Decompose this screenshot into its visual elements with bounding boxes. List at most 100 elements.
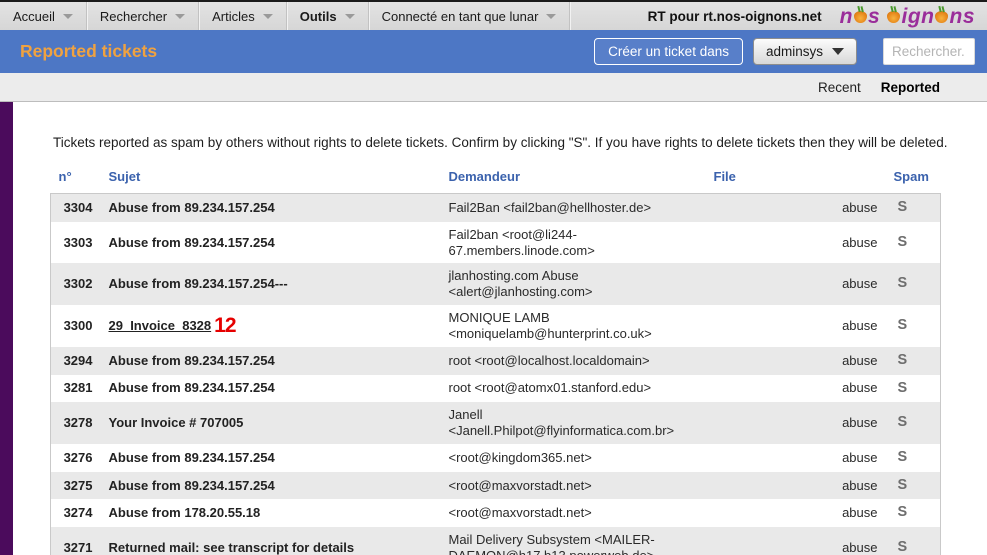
reported-tickets-table: n° Sujet Demandeur File Spam 3304Abuse f… (50, 162, 941, 555)
ticket-requestor: Janell <Janell.Philpot@flyinformatica.co… (441, 402, 706, 444)
table-header: n° Sujet Demandeur File Spam (51, 162, 941, 194)
ticket-queue: abuse (706, 222, 886, 264)
ticket-subject-link[interactable]: Abuse from 89.234.157.254--- (101, 263, 441, 305)
spam-cell: S (886, 263, 941, 305)
table-header-row: n° Sujet Demandeur File Spam (51, 162, 941, 194)
menu-item-logged-in-user[interactable]: Connecté en tant que lunar (369, 2, 571, 30)
ticket-subject-link[interactable]: Abuse from 89.234.157.254 (101, 347, 441, 375)
tab-reported[interactable]: Reported (881, 80, 940, 95)
ticket-subject-text: Returned mail: see transcript for detail… (109, 540, 355, 555)
ticket-requestor: Mail Delivery Subsystem <MAILER-DAEMON@h… (441, 527, 706, 555)
ticket-subject-link[interactable]: Abuse from 178.20.55.18 (101, 499, 441, 527)
page-title: Reported tickets (20, 41, 157, 62)
ticket-row: 3276Abuse from 89.234.157.254<root@kingd… (51, 444, 941, 472)
ticket-subject-link[interactable]: Abuse from 89.234.157.254 (101, 194, 441, 222)
ticket-subject-text: Abuse from 89.234.157.254 (109, 478, 275, 493)
chevron-down-icon (546, 14, 556, 19)
chevron-down-icon (175, 14, 185, 19)
ticket-queue: abuse (706, 263, 886, 305)
ticket-subject-link[interactable]: Returned mail: see transcript for detail… (101, 527, 441, 555)
menu-item-outils[interactable]: Outils (287, 2, 369, 30)
ticket-subject-link[interactable]: 29_Invoice_832812 (101, 305, 441, 347)
tickets-table-body: 3304Abuse from 89.234.157.254Fail2Ban <f… (51, 194, 941, 555)
ticket-queue: abuse (706, 347, 886, 375)
logo-letter: s (868, 6, 880, 27)
ticket-queue: abuse (706, 305, 886, 347)
menu-item-rechercher[interactable]: Rechercher (87, 2, 199, 30)
ticket-requestor: jlanhosting.com Abuse <alert@jlanhosting… (441, 263, 706, 305)
nav-right-group: RT pour rt.nos-oignons.net ns ignns (648, 2, 987, 30)
logo-letter (880, 6, 886, 27)
rt-instance-label: RT pour rt.nos-oignons.net (648, 9, 822, 24)
ticket-subject-text: 29_Invoice_8328 (109, 318, 212, 333)
logo-letter: s (963, 6, 975, 27)
main-content: Tickets reported as spam by others witho… (0, 102, 987, 555)
ticket-requestor: Fail2Ban <fail2ban@hellhoster.de> (441, 194, 706, 222)
nos-oignons-logo: ns ignns (840, 6, 979, 27)
ticket-number: 3274 (51, 499, 101, 527)
menu-item-label: Articles (212, 9, 255, 24)
ticket-subject-link[interactable]: Abuse from 89.234.157.254 (101, 222, 441, 264)
ticket-queue: abuse (706, 499, 886, 527)
spam-cell: S (886, 347, 941, 375)
onion-icon (935, 11, 948, 23)
spam-confirm-link[interactable]: S (898, 477, 908, 493)
ticket-number: 3275 (51, 472, 101, 500)
chevron-down-icon (263, 14, 273, 19)
ticket-requestor: Fail2ban <root@li244-67.members.linode.c… (441, 222, 706, 264)
ticket-row: 3303Abuse from 89.234.157.254Fail2ban <r… (51, 222, 941, 264)
logo-letter: n (949, 6, 962, 27)
view-tabs: Recent Reported (0, 73, 987, 102)
queue-select-button[interactable]: adminsys (753, 38, 857, 65)
column-header-spam: Spam (886, 162, 941, 194)
ticket-row: 3294Abuse from 89.234.157.254root <root@… (51, 347, 941, 375)
left-purple-bar (0, 102, 13, 555)
ticket-row: 3302Abuse from 89.234.157.254---jlanhost… (51, 263, 941, 305)
ticket-requestor: root <root@localhost.localdomain> (441, 347, 706, 375)
logo-letter: n (840, 6, 853, 27)
ticket-row: 3274Abuse from 178.20.55.18<root@maxvors… (51, 499, 941, 527)
menu-item-label: Connecté en tant que lunar (382, 9, 539, 24)
spam-confirm-link[interactable]: S (898, 199, 908, 215)
spam-cell: S (886, 222, 941, 264)
spam-confirm-link[interactable]: S (898, 380, 908, 396)
ticket-subject-link[interactable]: Abuse from 89.234.157.254 (101, 472, 441, 500)
spam-confirm-link[interactable]: S (898, 539, 908, 555)
spam-confirm-link[interactable]: S (898, 414, 908, 430)
ticket-row: 3278Your Invoice # 707005Janell <Janell.… (51, 402, 941, 444)
chevron-down-icon (345, 14, 355, 19)
rt-reported-tickets-page: Accueil Rechercher Articles Outils Conne… (0, 0, 987, 555)
spam-confirm-link[interactable]: S (898, 504, 908, 520)
spam-confirm-link[interactable]: S (898, 317, 908, 333)
spam-confirm-link[interactable]: S (898, 234, 908, 250)
onion-icon (854, 11, 867, 23)
ticket-subject-link[interactable]: Abuse from 89.234.157.254 (101, 444, 441, 472)
ticket-subject-text: Your Invoice # 707005 (109, 415, 244, 430)
ticket-subject-link[interactable]: Your Invoice # 707005 (101, 402, 441, 444)
spam-confirm-link[interactable]: S (898, 352, 908, 368)
ticket-queue: abuse (706, 375, 886, 403)
menu-item-articles[interactable]: Articles (199, 2, 287, 30)
logo-letter: n (921, 6, 934, 27)
spam-cell: S (886, 305, 941, 347)
tab-recent[interactable]: Recent (818, 80, 861, 95)
ticket-number: 3276 (51, 444, 101, 472)
spam-confirm-link[interactable]: S (898, 449, 908, 465)
red-annotation: 12 (214, 314, 235, 337)
ticket-row: 3271Returned mail: see transcript for de… (51, 527, 941, 555)
ticket-row: 3275Abuse from 89.234.157.254<root@maxvo… (51, 472, 941, 500)
spam-cell: S (886, 375, 941, 403)
menu-item-label: Accueil (13, 9, 55, 24)
search-input[interactable] (883, 38, 975, 65)
menu-item-accueil[interactable]: Accueil (0, 2, 87, 30)
ticket-requestor: MONIQUE LAMB <moniquelamb@hunterprint.co… (441, 305, 706, 347)
main-menu-bar: Accueil Rechercher Articles Outils Conne… (0, 2, 987, 30)
spam-cell: S (886, 402, 941, 444)
create-ticket-button[interactable]: Créer un ticket dans (594, 38, 743, 65)
ticket-number: 3281 (51, 375, 101, 403)
ticket-subject-text: Abuse from 89.234.157.254 (109, 200, 275, 215)
ticket-subject-link[interactable]: Abuse from 89.234.157.254 (101, 375, 441, 403)
menu-item-label: Outils (300, 9, 337, 24)
column-header-requestor: Demandeur (441, 162, 706, 194)
spam-confirm-link[interactable]: S (898, 275, 908, 291)
